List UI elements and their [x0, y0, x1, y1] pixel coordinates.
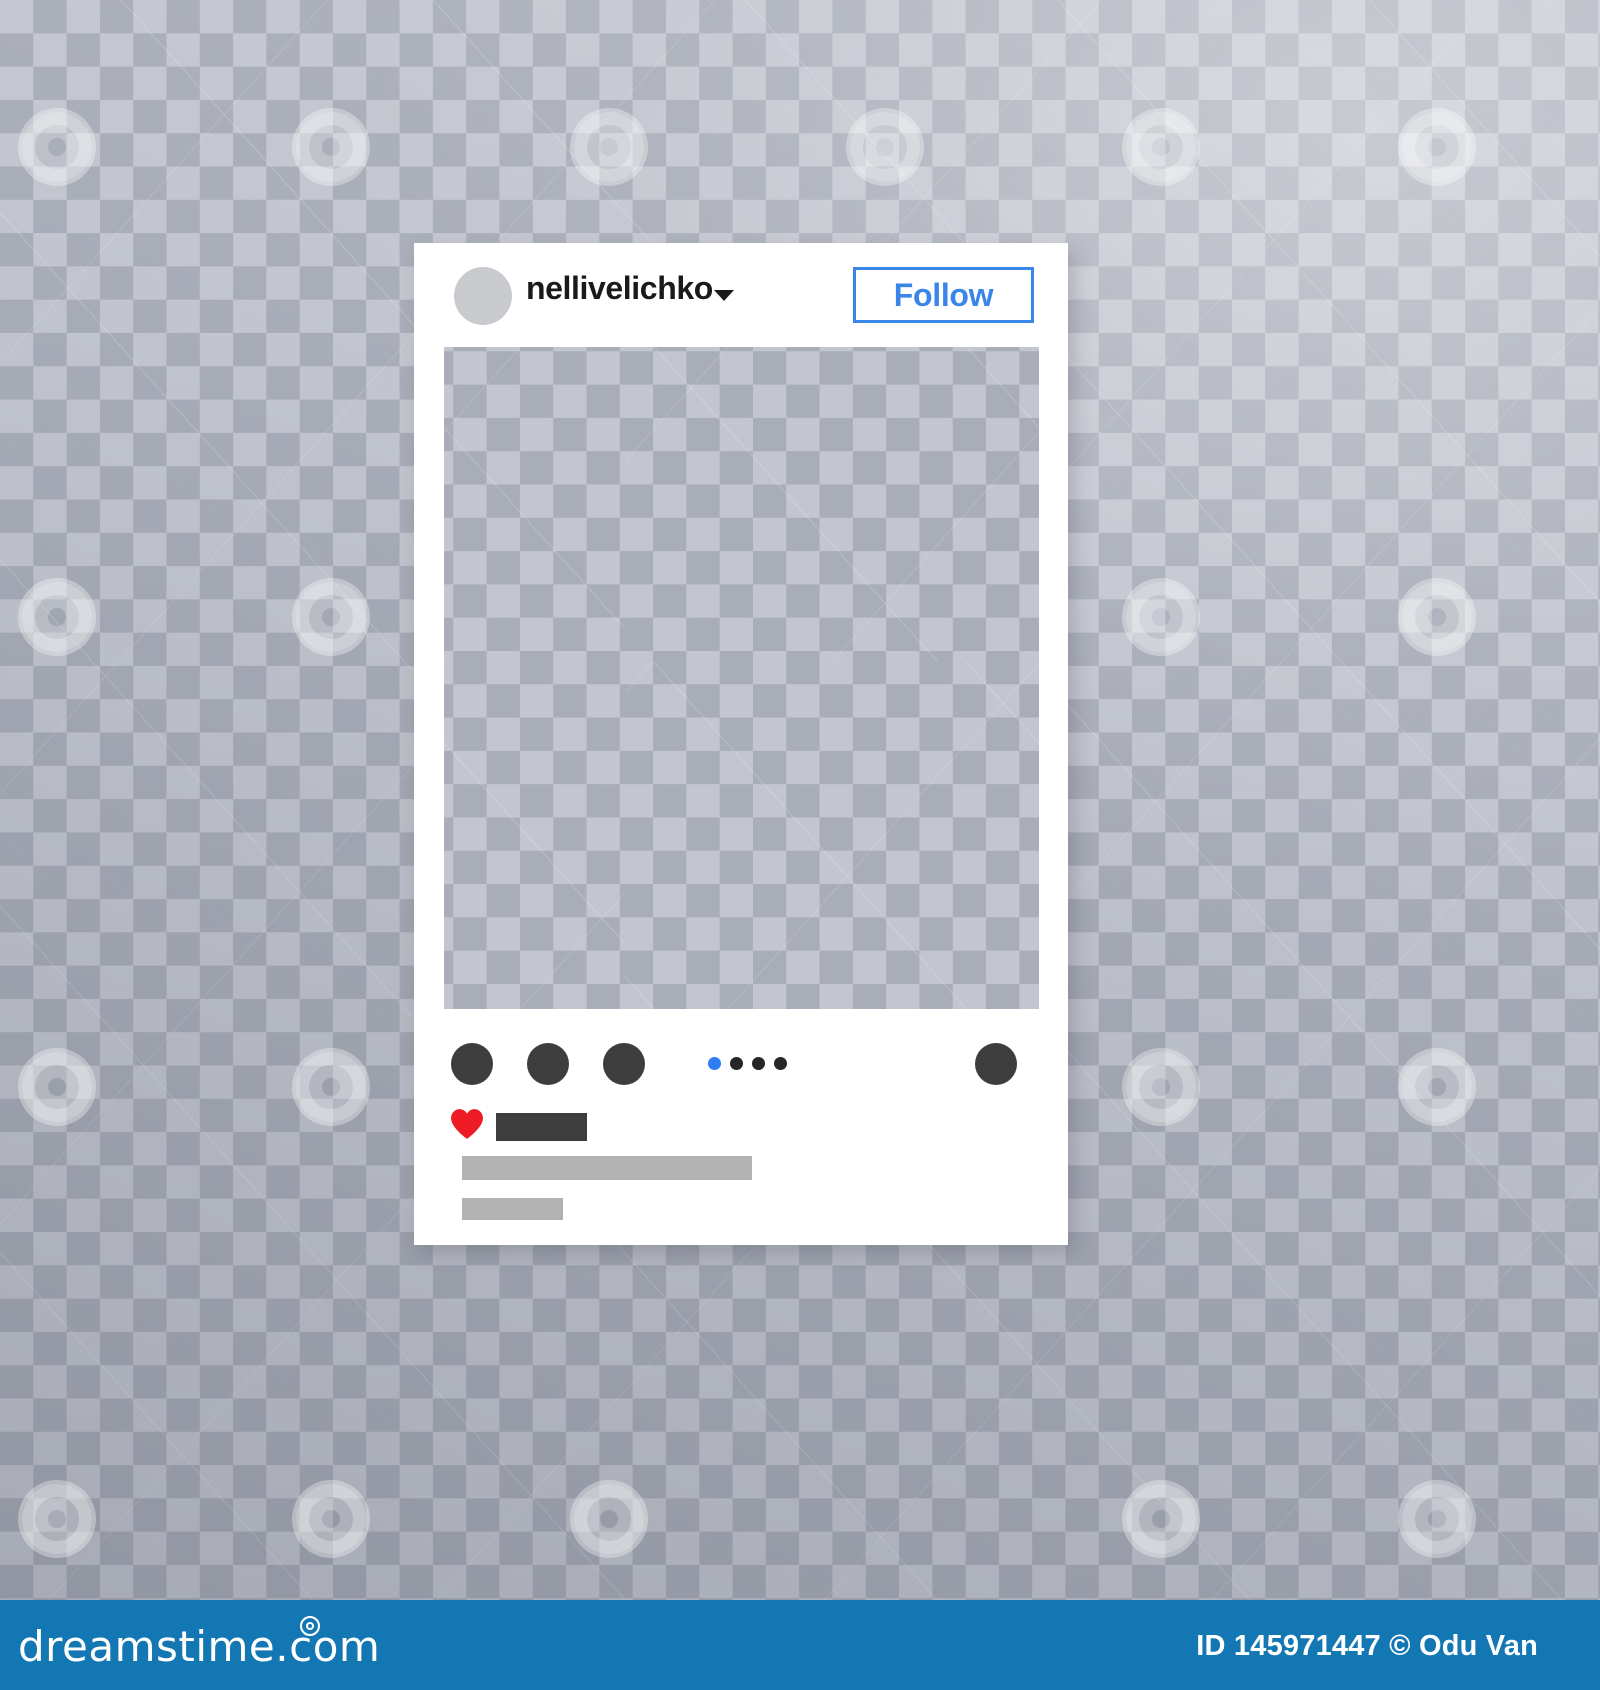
- spiral-watermark-icon: [1398, 1048, 1476, 1126]
- spiral-watermark-icon: [1122, 1048, 1200, 1126]
- chevron-down-icon[interactable]: [714, 290, 734, 301]
- spiral-watermark-icon: [18, 1480, 96, 1558]
- spiral-watermark-icon: [570, 1480, 648, 1558]
- spiral-watermark-icon: [1398, 1480, 1476, 1558]
- post-photo-placeholder[interactable]: [444, 347, 1039, 1009]
- username-label[interactable]: nellivelichko: [526, 270, 713, 307]
- spiral-watermark-icon: [846, 108, 924, 186]
- caption-placeholder-line-2: [462, 1198, 563, 1220]
- image-credit-label: ID 145971447 © Odu Van: [1196, 1630, 1538, 1662]
- spiral-watermark-icon: [570, 108, 648, 186]
- spiral-watermark-icon: [1398, 108, 1476, 186]
- avatar[interactable]: [454, 267, 512, 325]
- dreamstime-brand-label: dreamstime.com: [18, 1622, 381, 1671]
- spiral-watermark-icon: [1122, 1480, 1200, 1558]
- caption-placeholder-line-1: [462, 1156, 752, 1180]
- spiral-watermark-icon: [18, 1048, 96, 1126]
- spiral-watermark-icon: [292, 578, 370, 656]
- carousel-dot-1[interactable]: [708, 1057, 721, 1070]
- comment-bubble-icon[interactable]: [527, 1043, 569, 1085]
- heart-outline-icon[interactable]: [451, 1043, 493, 1085]
- heart-filled-icon: [451, 1109, 483, 1139]
- carousel-indicator: [708, 1057, 787, 1070]
- post-action-bar: [414, 1033, 1068, 1111]
- spiral-watermark-icon: [292, 1480, 370, 1558]
- spiral-watermark-icon: [1122, 578, 1200, 656]
- spiral-watermark-icon: [1398, 578, 1476, 656]
- bookmark-icon[interactable]: [975, 1043, 1017, 1085]
- post-header: nellivelichko Follow: [414, 243, 1068, 347]
- spiral-logo-icon: [300, 1616, 320, 1636]
- spiral-watermark-icon: [18, 578, 96, 656]
- spiral-watermark-icon: [18, 108, 96, 186]
- spiral-watermark-icon: [292, 1048, 370, 1126]
- social-post-card: nellivelichko Follow: [414, 243, 1068, 1245]
- photo-watermark-hairlines: [444, 347, 1039, 1009]
- follow-button[interactable]: Follow: [853, 267, 1034, 323]
- spiral-watermark-icon: [292, 108, 370, 186]
- carousel-dot-3[interactable]: [752, 1057, 765, 1070]
- spiral-watermark-icon: [1122, 108, 1200, 186]
- carousel-dot-4[interactable]: [774, 1057, 787, 1070]
- likes-count-placeholder: [496, 1113, 587, 1141]
- carousel-dot-2[interactable]: [730, 1057, 743, 1070]
- paper-plane-icon[interactable]: [603, 1043, 645, 1085]
- stock-site-footer: dreamstime.com ID 145971447 © Odu Van: [0, 1600, 1600, 1690]
